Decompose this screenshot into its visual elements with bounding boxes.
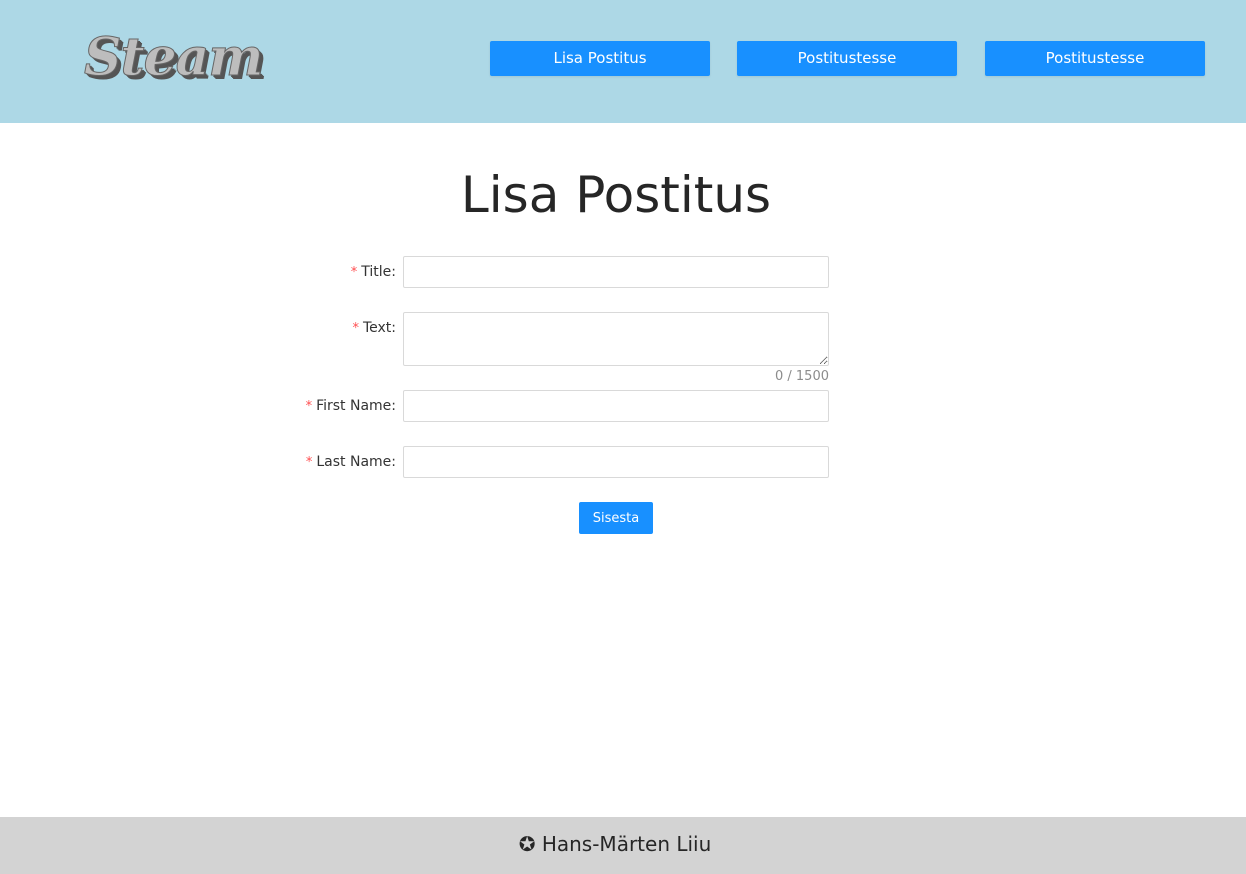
site-header: Steam Lisa Postitus Postitustesse Postit… — [0, 0, 1246, 123]
footer-author: Hans-Märten Liiu — [541, 832, 712, 856]
last-name-input[interactable] — [403, 446, 829, 478]
required-marker: * — [305, 399, 313, 414]
last-name-label-text: Last Name: — [316, 454, 396, 470]
first-name-input[interactable] — [403, 390, 829, 422]
text-textarea[interactable] — [403, 312, 829, 366]
submit-button[interactable]: Sisesta — [579, 502, 653, 534]
required-marker: * — [352, 321, 359, 336]
site-footer: ✪ Hans-Märten Liiu — [0, 817, 1246, 874]
title-label: * Title: — [351, 263, 396, 282]
title-input[interactable] — [403, 256, 829, 288]
first-name-label: * First Name: — [306, 397, 396, 416]
required-marker: * — [350, 265, 358, 280]
required-marker: * — [305, 455, 313, 470]
page-title: Lisa Postitus — [460, 166, 772, 224]
steam-logo[interactable]: Steam — [83, 26, 263, 90]
text-label: * Text: — [352, 319, 396, 338]
first-name-label-text: First Name: — [316, 398, 396, 414]
nav-button-postitustesse-1[interactable]: Postitustesse — [737, 41, 957, 76]
nav-button-postitustesse-2[interactable]: Postitustesse — [985, 41, 1205, 76]
character-counter: 0 / 1500 — [775, 369, 829, 384]
star-circle-icon: ✪ — [518, 832, 536, 856]
last-name-label: * Last Name: — [306, 453, 396, 472]
title-label-text: Title: — [361, 264, 396, 280]
text-label-text: Text: — [362, 320, 396, 336]
nav-button-lisa-postitus[interactable]: Lisa Postitus — [490, 41, 710, 76]
footer-credit: ✪ Hans-Märten Liiu — [519, 817, 712, 871]
